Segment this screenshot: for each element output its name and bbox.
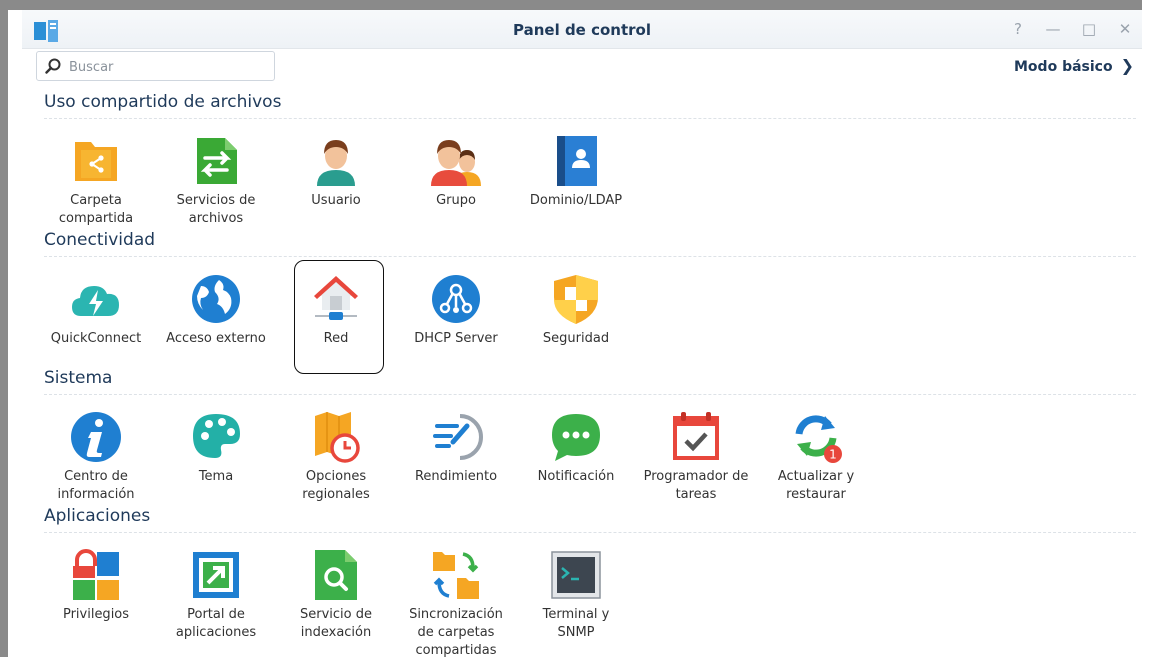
section-divider [44, 394, 1136, 395]
item-info-center[interactable]: Centro de información [36, 410, 156, 504]
item-label: Servicio de indexación [300, 607, 372, 640]
item-label: Actualizar y restaurar [777, 469, 855, 502]
maximize-icon[interactable]: □ [1078, 20, 1100, 38]
item-task-scheduler[interactable]: Programador de tareas [636, 410, 756, 504]
update-restore-icon: 1 [795, 415, 842, 463]
item-label: Acceso externo [166, 331, 266, 346]
shared-folder-sync-icon [433, 552, 479, 599]
item-label: Centro de información [57, 469, 135, 502]
external-access-icon [192, 275, 240, 323]
search-box[interactable] [36, 51, 275, 81]
item-performance[interactable]: Rendimiento [396, 410, 516, 486]
item-label: Privilegios [62, 607, 130, 622]
regional-options-icon [315, 412, 360, 463]
shared-folder-icon [75, 142, 117, 181]
task-scheduler-icon [673, 412, 719, 460]
item-application-portal[interactable]: Portal de aplicaciones [156, 548, 276, 642]
notification-icon [552, 414, 600, 461]
indexing-service-icon [315, 550, 357, 600]
basic-mode-label: Modo básico [1014, 59, 1113, 75]
domain-ldap-icon [557, 136, 597, 186]
section-divider [44, 118, 1136, 119]
chevron-right-icon: ❯ [1120, 56, 1134, 75]
section-divider [44, 256, 1136, 257]
item-label: Seguridad [542, 331, 610, 346]
security-icon [554, 275, 598, 324]
performance-icon [433, 414, 483, 460]
item-label: Sincronización de carpetas compartidas [409, 607, 503, 658]
quickconnect-icon [72, 286, 119, 316]
item-label: DHCP Server [414, 331, 498, 346]
close-icon[interactable]: ✕ [1114, 20, 1136, 38]
item-notification[interactable]: Notificación [516, 410, 636, 486]
basic-mode-button[interactable]: Modo básico ❯ [1014, 56, 1134, 75]
item-theme[interactable]: Tema [156, 410, 276, 486]
search-icon [45, 58, 61, 74]
screen-frame-right [1142, 0, 1151, 657]
item-label: Tema [198, 469, 234, 484]
section-title-system: Sistema [44, 368, 113, 388]
update-count-badge: 1 [829, 448, 837, 462]
item-regional-options[interactable]: Opciones regionales [276, 410, 396, 504]
dhcp-server-icon [432, 275, 480, 323]
screen-frame-left [0, 0, 8, 657]
info-center-icon [71, 412, 121, 462]
item-privileges[interactable]: Privilegios [36, 548, 156, 624]
item-shared-folder[interactable]: Carpeta compartida [36, 134, 156, 228]
item-update-restore[interactable]: 1 Actualizar y restaurar [756, 410, 876, 504]
privileges-icon [73, 549, 119, 600]
title-bar: Panel de control ? — □ ✕ [22, 10, 1142, 49]
item-label: Terminal y SNMP [542, 607, 610, 640]
item-label: Usuario [311, 193, 361, 208]
item-label: Servicios de archivos [176, 193, 256, 226]
section-title-applications: Aplicaciones [44, 506, 151, 526]
item-file-services[interactable]: Servicios de archivos [156, 134, 276, 228]
item-group[interactable]: Grupo [396, 134, 516, 210]
item-label: Notificación [537, 469, 615, 484]
user-icon [317, 140, 355, 186]
item-indexing-service[interactable]: Servicio de indexación [276, 548, 396, 642]
file-services-icon [197, 138, 237, 184]
item-label: Carpeta compartida [58, 193, 134, 226]
item-label: Grupo [436, 193, 476, 208]
group-icon [431, 140, 481, 186]
item-quickconnect[interactable]: QuickConnect [36, 272, 156, 348]
minimize-icon[interactable]: — [1042, 20, 1064, 38]
item-dhcp-server[interactable]: DHCP Server [396, 272, 516, 348]
help-icon[interactable]: ? [1007, 20, 1029, 38]
selected-item-highlight [294, 260, 384, 374]
item-label: Programador de tareas [643, 469, 749, 502]
item-terminal-snmp[interactable]: Terminal y SNMP [516, 548, 636, 642]
item-label: QuickConnect [50, 331, 142, 346]
item-label: Opciones regionales [302, 469, 370, 502]
section-divider [44, 532, 1136, 533]
item-external-access[interactable]: Acceso externo [156, 272, 276, 348]
item-domain-ldap[interactable]: Dominio/LDAP [516, 134, 636, 210]
item-label: Rendimiento [414, 469, 498, 484]
control-panel-window: Panel de control ? — □ ✕ Modo básico ❯ Us… [22, 10, 1142, 660]
item-user[interactable]: Usuario [276, 134, 396, 210]
window-title: Panel de control [513, 21, 651, 39]
section-title-connectivity: Conectividad [44, 230, 156, 250]
item-security[interactable]: Seguridad [516, 272, 636, 348]
search-input[interactable] [67, 55, 271, 79]
application-portal-icon [193, 552, 239, 598]
item-label: Portal de aplicaciones [175, 607, 257, 640]
terminal-snmp-icon [551, 551, 601, 599]
theme-icon [193, 414, 240, 458]
item-shared-folder-sync[interactable]: Sincronización de carpetas compartidas [396, 548, 516, 660]
screen-frame-top [0, 0, 1142, 10]
section-title-file-sharing: Uso compartido de archivos [44, 92, 282, 112]
item-label: Dominio/LDAP [529, 193, 623, 208]
